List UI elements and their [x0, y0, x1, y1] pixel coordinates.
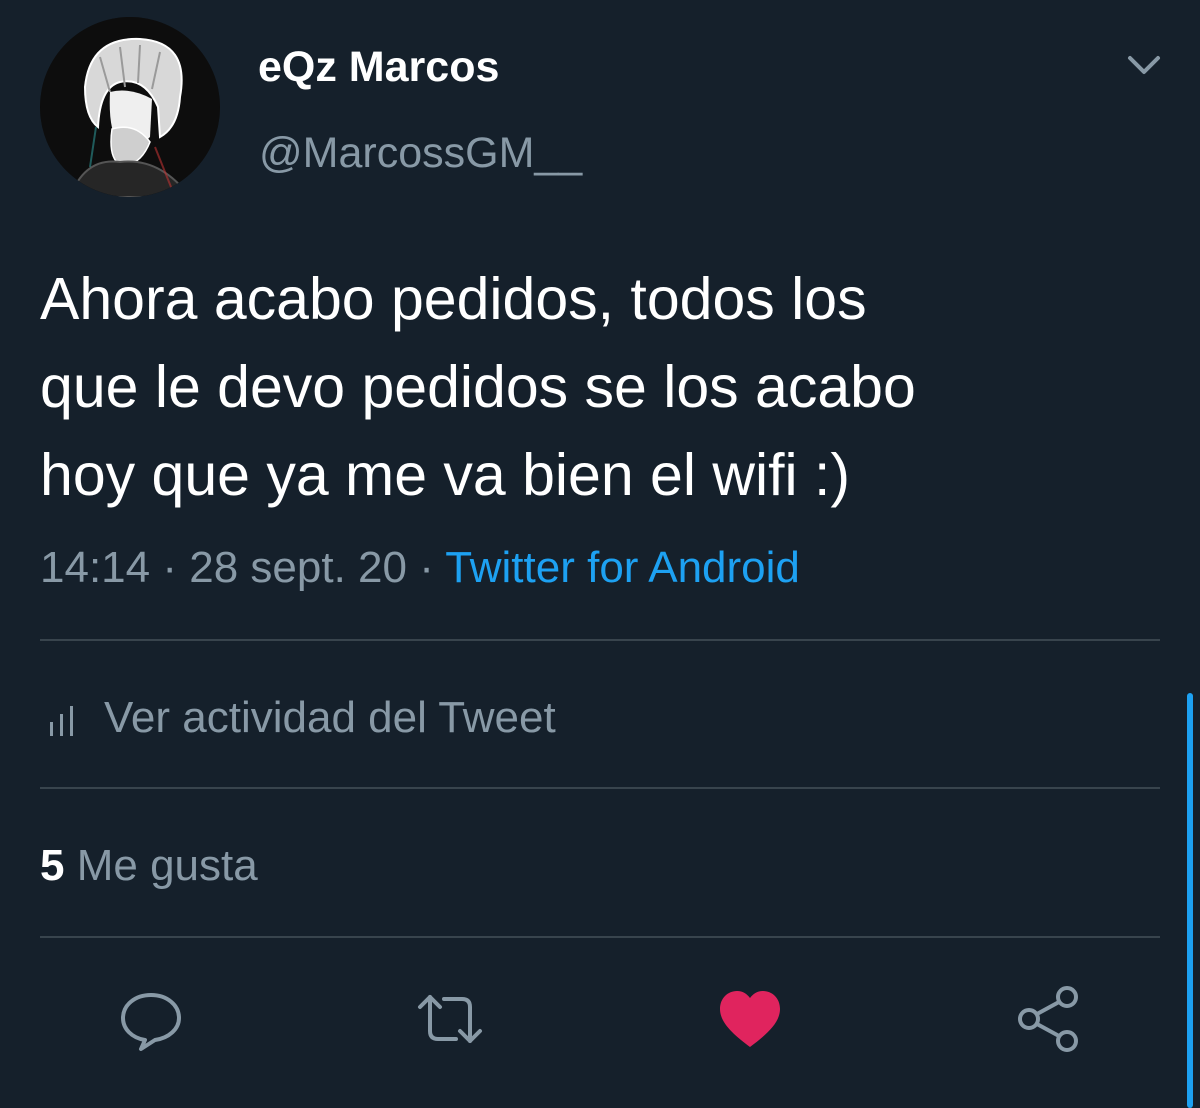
reply-button[interactable] [115, 983, 187, 1055]
likes-stat[interactable]: 5 Me gusta [40, 838, 258, 894]
heart-icon [720, 991, 780, 1047]
share-button[interactable] [1013, 983, 1085, 1055]
meta-separator: · [419, 543, 434, 592]
tweet-time: 14:14 [40, 543, 151, 592]
meta-separator: · [162, 543, 177, 592]
likes-count: 5 [40, 841, 65, 890]
tweet-date: 28 sept. 20 [189, 543, 407, 592]
view-activity-label: Ver actividad del Tweet [104, 693, 556, 742]
speech-bubble-icon [121, 993, 181, 1051]
author-display-name[interactable]: eQz Marcos [258, 42, 499, 92]
tweet-source-link[interactable]: Twitter for Android [445, 543, 800, 592]
tweet-meta: 14:14 · 28 sept. 20 · Twitter for Androi… [40, 540, 800, 596]
bar-chart-icon [50, 706, 73, 736]
scrollbar-thumb[interactable] [1187, 693, 1193, 1108]
share-icon [1018, 986, 1078, 1052]
retweet-icon [418, 995, 482, 1043]
like-button[interactable] [714, 983, 786, 1055]
likes-label: Me gusta [76, 841, 258, 890]
divider [40, 639, 1160, 641]
avatar[interactable] [40, 17, 220, 197]
chevron-down-icon[interactable] [1120, 48, 1168, 84]
divider [40, 936, 1160, 938]
tweet-text: Ahora acabo pedidos, todos los que le de… [40, 266, 916, 508]
author-handle[interactable]: @MarcossGM__ [259, 128, 582, 178]
retweet-button[interactable] [414, 983, 486, 1055]
divider [40, 787, 1160, 789]
